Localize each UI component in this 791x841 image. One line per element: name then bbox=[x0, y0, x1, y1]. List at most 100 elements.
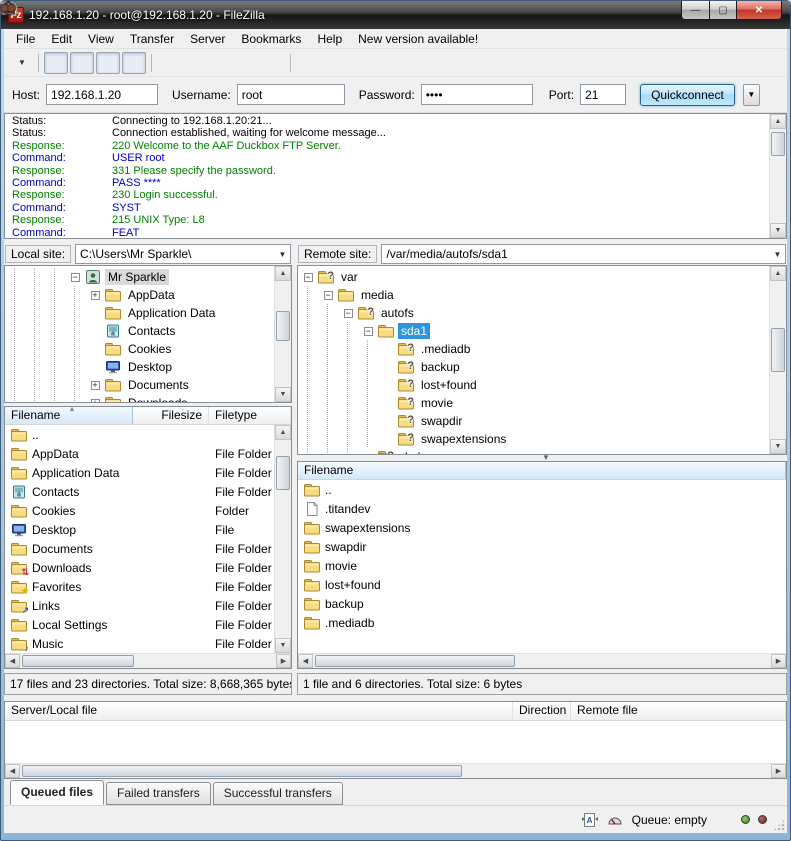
scroll-down-icon[interactable]: ▼ bbox=[770, 439, 786, 454]
remote-file-row-swapextensions[interactable]: swapextensions bbox=[298, 518, 786, 537]
new-version-notice[interactable]: New version available! bbox=[350, 30, 486, 48]
toolbar-toggle-local-tree-button[interactable]: L bbox=[70, 52, 94, 74]
scroll-down-icon[interactable]: ▼ bbox=[770, 223, 786, 238]
local-list-hscrollbar[interactable]: ◀ ▶ bbox=[5, 653, 291, 668]
chevron-down-icon[interactable]: ▼ bbox=[18, 58, 26, 67]
menu-item-view[interactable]: View bbox=[80, 30, 122, 48]
local-list-hscroll-thumb[interactable] bbox=[22, 655, 134, 667]
scroll-left-icon[interactable]: ◀ bbox=[5, 764, 20, 778]
local-site-combo[interactable]: C:\Users\Mr Sparkle\ ▼ bbox=[75, 244, 291, 264]
local-tree-item-application-data[interactable]: Application Data bbox=[5, 304, 274, 322]
column-header-filename[interactable]: Filename bbox=[298, 462, 786, 479]
tree-expander-minus[interactable]: − bbox=[65, 273, 85, 282]
scroll-left-icon[interactable]: ◀ bbox=[298, 654, 313, 668]
remote-tree-item-mediadb[interactable]: ?.mediadb bbox=[298, 340, 769, 358]
tree-expander-plus[interactable]: + bbox=[85, 399, 105, 403]
menu-item-bookmarks[interactable]: Bookmarks bbox=[233, 30, 309, 48]
toolbar-toggle-remote-tree-button[interactable]: F bbox=[96, 52, 120, 74]
remote-tree-item-var[interactable]: −?var bbox=[298, 268, 769, 286]
tab-successful-transfers[interactable]: Successful transfers bbox=[213, 782, 343, 805]
local-file-row-[interactable]: .. bbox=[5, 425, 274, 444]
title-bar[interactable]: Fz 192.168.1.20 - root@192.168.1.20 - Fi… bbox=[1, 1, 790, 29]
quickconnect-dropdown[interactable]: ▼ bbox=[743, 84, 760, 106]
tree-expander-minus[interactable]: − bbox=[358, 327, 378, 336]
remote-tree-scroll-thumb[interactable] bbox=[771, 328, 785, 372]
toolbar-process-queue-button[interactable]: Q bbox=[183, 52, 207, 74]
column-header-filetype[interactable]: Filetype bbox=[209, 407, 291, 424]
remote-tree-item-swapdir[interactable]: ?swapdir bbox=[298, 412, 769, 430]
collapse-arrow-icon[interactable]: ▼ bbox=[542, 453, 550, 462]
toolbar-filename-filters-button[interactable] bbox=[322, 52, 346, 74]
remote-file-row-[interactable]: .. bbox=[298, 480, 786, 499]
remote-tree-item-sda1[interactable]: −sda1 bbox=[298, 322, 769, 340]
local-tree-scroll-thumb[interactable] bbox=[276, 311, 290, 341]
scroll-up-icon[interactable]: ▲ bbox=[770, 266, 786, 281]
column-header-filesize[interactable]: Filesize bbox=[133, 407, 209, 424]
local-file-row-cookies[interactable]: CookiesFolder bbox=[5, 501, 274, 520]
remote-list-hscroll-thumb[interactable] bbox=[315, 655, 515, 667]
scroll-right-icon[interactable]: ▶ bbox=[276, 654, 291, 668]
local-tree-item-mr-sparkle[interactable]: −Mr Sparkle bbox=[5, 268, 274, 286]
tab-failed-transfers[interactable]: Failed transfers bbox=[106, 782, 211, 805]
local-tree-scrollbar[interactable]: ▲ ▼ bbox=[274, 266, 291, 402]
remote-list-hscrollbar[interactable]: ◀ ▶ bbox=[298, 653, 786, 668]
menu-item-file[interactable]: File bbox=[8, 30, 43, 48]
scroll-up-icon[interactable]: ▲ bbox=[275, 266, 291, 281]
toolbar-toggle-queue-view-button[interactable]: Q bbox=[122, 52, 146, 74]
remote-tree-item-media[interactable]: −media bbox=[298, 286, 769, 304]
local-file-row-contacts[interactable]: aContactsFile Folder bbox=[5, 482, 274, 501]
port-input[interactable] bbox=[580, 84, 626, 105]
scroll-down-icon[interactable]: ▼ bbox=[275, 638, 291, 653]
menu-item-transfer[interactable]: Transfer bbox=[122, 30, 182, 48]
local-file-row-downloads[interactable]: ⇅DownloadsFile Folder bbox=[5, 558, 274, 577]
toolbar-cancel-button[interactable] bbox=[209, 52, 233, 74]
remote-tree-item-autofs[interactable]: −?autofs bbox=[298, 304, 769, 322]
menu-item-server[interactable]: Server bbox=[182, 30, 233, 48]
chevron-down-icon[interactable]: ▼ bbox=[275, 250, 290, 259]
tree-expander-minus[interactable]: − bbox=[338, 309, 358, 318]
remote-tree-item-lost-found[interactable]: ?lost+found bbox=[298, 376, 769, 394]
tree-expander-minus[interactable]: − bbox=[318, 291, 338, 300]
tab-queued-files[interactable]: Queued files bbox=[10, 780, 104, 805]
column-header-server-local-file[interactable]: Server/Local file bbox=[5, 702, 513, 720]
toolbar-toggle-message-log-button[interactable] bbox=[44, 52, 68, 74]
remote-horizontal-splitter[interactable]: ▼ bbox=[297, 455, 787, 461]
local-tree-item-documents[interactable]: +Documents bbox=[5, 376, 274, 394]
scroll-right-icon[interactable]: ▶ bbox=[771, 654, 786, 668]
menu-item-help[interactable]: Help bbox=[309, 30, 350, 48]
local-tree-item-downloads[interactable]: +⇅Downloads bbox=[5, 394, 274, 402]
scroll-right-icon[interactable]: ▶ bbox=[771, 764, 786, 778]
menu-item-edit[interactable]: Edit bbox=[43, 30, 80, 48]
remote-tree-item-dvd[interactable]: ?dvd bbox=[298, 448, 769, 454]
local-file-row-links[interactable]: ↗LinksFile Folder bbox=[5, 596, 274, 615]
local-file-row-local-settings[interactable]: Local SettingsFile Folder bbox=[5, 615, 274, 634]
local-file-row-music[interactable]: ♪MusicFile Folder bbox=[5, 634, 274, 653]
toolbar-find-files-button[interactable] bbox=[374, 52, 398, 74]
local-list-scroll-thumb[interactable] bbox=[276, 456, 290, 490]
tree-expander-plus[interactable]: + bbox=[85, 291, 105, 300]
toolbar-directory-comparison-button[interactable] bbox=[296, 52, 320, 74]
queue-hscrollbar[interactable]: ◀ ▶ bbox=[5, 763, 786, 778]
chevron-down-icon[interactable]: ▼ bbox=[770, 250, 785, 259]
scroll-up-icon[interactable]: ▲ bbox=[770, 114, 786, 129]
log-scrollbar[interactable]: ▲ ▼ bbox=[769, 114, 786, 238]
password-input[interactable] bbox=[421, 84, 533, 105]
host-input[interactable] bbox=[46, 84, 158, 105]
local-tree-item-contacts[interactable]: aContacts bbox=[5, 322, 274, 340]
toolbar-refresh-button[interactable] bbox=[157, 52, 181, 74]
toolbar-synchronized-browsing-button[interactable] bbox=[348, 52, 372, 74]
remote-site-combo[interactable]: /var/media/autofs/sda1 ▼ bbox=[381, 244, 786, 264]
username-input[interactable] bbox=[237, 84, 345, 105]
remote-tree-item-swapextensions[interactable]: ?swapextensions bbox=[298, 430, 769, 448]
minimize-button[interactable]: — bbox=[681, 1, 710, 20]
remote-file-row-lost-found[interactable]: lost+found bbox=[298, 575, 786, 594]
column-header-direction[interactable]: Direction bbox=[513, 702, 571, 720]
local-file-row-appdata[interactable]: AppDataFile Folder bbox=[5, 444, 274, 463]
local-file-row-favorites[interactable]: ★FavoritesFile Folder bbox=[5, 577, 274, 596]
remote-file-row-backup[interactable]: backup bbox=[298, 594, 786, 613]
local-file-row-desktop[interactable]: DesktopFile bbox=[5, 520, 274, 539]
close-button[interactable]: ✕ bbox=[737, 1, 782, 20]
tree-expander-minus[interactable]: − bbox=[298, 273, 318, 282]
queue-hscroll-thumb[interactable] bbox=[22, 765, 462, 777]
maximize-button[interactable]: ▢ bbox=[710, 1, 737, 20]
